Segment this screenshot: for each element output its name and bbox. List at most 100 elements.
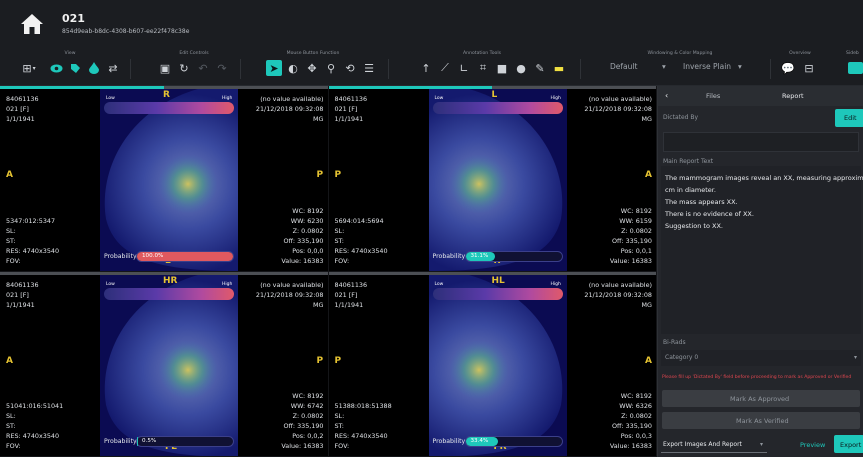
viewport[interactable]: Low High HL FR P A 84061136021 [F]1/1/19…: [328, 271, 656, 456]
overlay-text: WW: 6742: [290, 402, 324, 410]
overlay-text: MG: [313, 300, 324, 309]
tab-files[interactable]: Files: [706, 92, 720, 100]
chevron-left-icon[interactable]: ‹: [665, 91, 668, 100]
overlay-bottom-right: WC: 8192 WW: 6230 Z: 0.0802 Off: 335,190 Pos…: [281, 206, 323, 266]
tag-icon[interactable]: [67, 60, 83, 76]
mammogram-image[interactable]: [428, 274, 567, 456]
group-label-annotation: Annotation Tools: [463, 51, 501, 56]
overlay-top-left: 84061136 021 [F] 1/1/1941: [335, 280, 368, 310]
overlay-text: WC: 8192: [620, 206, 652, 215]
orientation-top-label: HR: [163, 275, 178, 286]
overlay-top-right: (no value available) 21/12/2018 09:32:08 M…: [584, 94, 652, 124]
overlay-text: 1/1/1941: [334, 300, 364, 309]
color-bar: [432, 102, 563, 114]
overlay-text: 84061136: [334, 280, 368, 289]
report-line: The mass appears XX.: [665, 198, 738, 206]
mammogram-image[interactable]: [428, 89, 567, 271]
color-bar-high-label: High: [550, 96, 561, 101]
orientation-top-label: L: [491, 90, 498, 100]
pointer-icon[interactable]: ➤: [266, 60, 282, 76]
overlay-top-right: (no value available) 21/12/2018 09:32:08 M…: [256, 280, 324, 310]
probability-bar: 0.5%: [136, 436, 234, 447]
overlay-text: WC: 8192: [292, 392, 324, 400]
drop-icon[interactable]: [86, 60, 102, 76]
chevron-down-icon[interactable]: ▾: [738, 62, 742, 71]
probability-bar: 31.1%: [464, 250, 563, 262]
separator: [580, 59, 581, 79]
length-icon[interactable]: ⟋: [437, 60, 453, 76]
redo-icon[interactable]: ↷: [214, 60, 230, 76]
reset-icon[interactable]: ↻: [176, 60, 192, 76]
probability-bar: 100.0%: [136, 250, 234, 262]
stack-icon[interactable]: ☰: [361, 60, 377, 76]
probability-value: 0.5%: [142, 438, 157, 444]
highlight-icon[interactable]: ▬: [551, 60, 567, 76]
birads-value: Category 0: [665, 354, 699, 361]
group-label-windowing: Windowing & Color Mapping: [647, 51, 713, 56]
zoom-icon[interactable]: ⚲: [323, 60, 339, 76]
color-bar-low-label: Low: [106, 281, 115, 287]
probability-label: Probability: [104, 438, 137, 445]
windowing-preset-select[interactable]: Default: [610, 62, 637, 71]
overlay-text: ST:: [6, 422, 16, 430]
preview-button[interactable]: Preview: [800, 441, 825, 449]
orientation-left-label: A: [6, 355, 13, 366]
layout-grid-icon[interactable]: ⊞ ▾: [18, 60, 40, 76]
tab-report[interactable]: Report: [782, 92, 804, 100]
report-line: cm in diameter.: [665, 186, 716, 194]
overlay-text: RES: 4740x3540: [334, 432, 388, 440]
overlay-text: 21/12/2018 09:32:08: [584, 105, 652, 113]
overlay-text: 5347:012:5347: [6, 216, 56, 225]
home-icon[interactable]: [20, 12, 44, 36]
contrast-icon[interactable]: ◐: [285, 60, 301, 76]
overlay-top-left: 84061136 021 [F] 1/1/1941: [6, 280, 39, 310]
undo-icon[interactable]: ↶: [195, 60, 211, 76]
rectangle-icon[interactable]: ■: [494, 60, 510, 76]
crop-icon[interactable]: ⌗: [475, 60, 491, 76]
sidebar-toggle[interactable]: [848, 62, 863, 74]
pan-icon[interactable]: ✥: [304, 60, 320, 76]
viewport[interactable]: Low High L R P A 84061136021 [F]1/1/1941…: [328, 86, 656, 271]
toolbar: View ⊞ ▾ ⇄ Edit Controls ▣ ↻ ↶ ↷ Mouse Bu…: [0, 48, 863, 86]
swap-icon[interactable]: ⇄: [105, 60, 121, 76]
main-report-label: Main Report Text: [663, 158, 714, 165]
mammogram-image[interactable]: [100, 274, 238, 456]
orientation-left-label: P: [334, 170, 342, 180]
overlay-text: Pos: 0,0,0: [292, 246, 324, 255]
viewport[interactable]: Low High HR FL A P 84061136021 [F]1/1/19…: [0, 271, 328, 456]
color-map-select[interactable]: Inverse Plain: [683, 62, 731, 71]
pen-icon[interactable]: ✎: [532, 60, 548, 76]
overlay-text: RES: 4740x3540: [6, 246, 60, 255]
rotate-icon[interactable]: ⟲: [342, 60, 358, 76]
orientation-right-label: A: [645, 355, 652, 366]
report-line: There is no evidence of XX.: [665, 210, 754, 218]
mammogram-image[interactable]: [100, 89, 238, 271]
dictated-by-field[interactable]: [663, 132, 859, 152]
report-line: Suggestion to XX.: [665, 222, 723, 230]
chevron-down-icon: ▾: [854, 354, 858, 361]
orientation-left-label: P: [334, 355, 342, 366]
table-icon[interactable]: ⊟: [801, 60, 817, 76]
chat-icon[interactable]: 💬: [780, 60, 796, 76]
color-bar: [104, 102, 234, 114]
overlay-text: 84061136: [6, 95, 39, 103]
overlay-text: FOV:: [334, 256, 350, 265]
color-bar-low-label: Low: [434, 96, 444, 101]
chevron-down-icon[interactable]: ▾: [662, 62, 666, 71]
viewport[interactable]: Low High R L A P 84061136021 [F]1/1/1941…: [0, 86, 328, 271]
save-icon[interactable]: ▣: [157, 60, 173, 76]
overlay-top-right: (no value available) 21/12/2018 09:32:08 M…: [584, 280, 652, 310]
ellipse-icon[interactable]: ●: [513, 60, 529, 76]
probability-label: Probability: [432, 252, 466, 260]
group-label-mouse: Mouse Button Function: [286, 51, 340, 56]
angle-icon[interactable]: ∟: [456, 60, 472, 76]
arrow-annotation-icon[interactable]: ↑: [418, 60, 434, 76]
overlay-text: (no value available): [588, 280, 652, 289]
overlay-text: 1/1/1941: [6, 300, 35, 309]
overlay-text: FOV:: [6, 256, 21, 265]
dictated-by-label: Dictated By: [663, 114, 699, 121]
overlay-text: 21/12/2018 09:32:08: [255, 290, 324, 299]
overlay-text: RES: 4740x3540: [6, 432, 60, 440]
overlay-text: Z: 0.0802: [621, 412, 652, 420]
eye-icon[interactable]: [48, 60, 64, 76]
